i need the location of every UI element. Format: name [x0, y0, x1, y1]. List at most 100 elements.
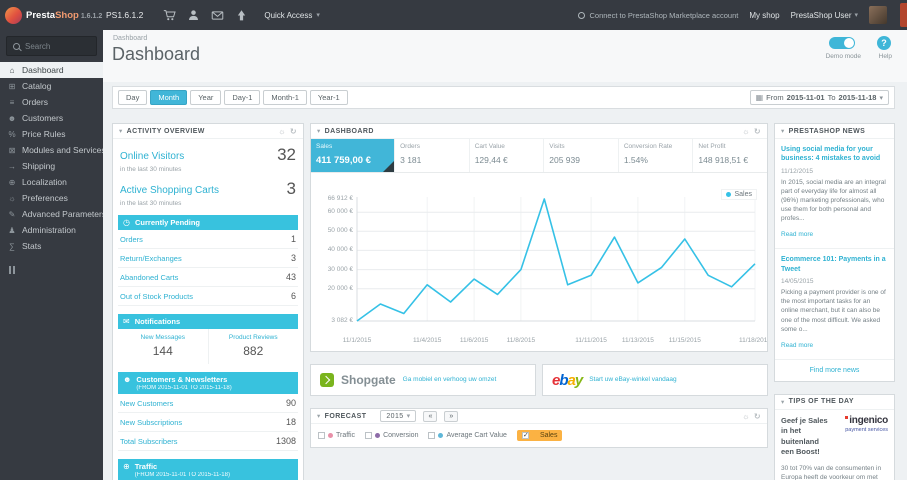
kpi-cart-value[interactable]: Cart Value 129,44 € — [470, 139, 545, 172]
orders-icon: ≡ — [9, 97, 15, 107]
legend-conversion[interactable]: Conversion — [365, 432, 418, 439]
sidebar-item-administration[interactable]: ♟ Administration — [0, 222, 103, 238]
ebay-letter: a — [567, 371, 576, 389]
news-article-title[interactable]: Using social media for your business: 4 … — [781, 145, 888, 164]
ebay-promo-link[interactable]: Start uw eBay-winkel vandaag — [589, 376, 676, 384]
range-year-button[interactable]: Year — [190, 90, 222, 105]
checkbox-icon[interactable] — [365, 432, 373, 439]
center-column: ▾ DASHBOARD ☼ ↻ Sales 411 759,00 € Orders… — [310, 123, 768, 448]
sidebar-item-customers[interactable]: ☻ Customers — [0, 110, 103, 126]
traffic-title: Traffic — [134, 462, 158, 471]
kpi-orders[interactable]: Orders 3 181 — [395, 139, 470, 172]
ingenico-logo-subtext: payment services — [845, 426, 888, 433]
message-icon[interactable] — [211, 9, 224, 22]
quick-access-menu[interactable]: Quick Access ▾ — [264, 11, 320, 20]
page-header: Dashboard Dashboard Demo mode ? Help — [103, 30, 907, 82]
refresh-icon[interactable]: ↻ — [754, 127, 761, 136]
refresh-icon[interactable]: ↻ — [754, 412, 761, 421]
marketplace-connect-link[interactable]: Connect to PrestaShop Marketplace accoun… — [578, 11, 738, 20]
range-day-button[interactable]: Day — [118, 90, 148, 105]
gear-icon[interactable]: ☼ — [278, 127, 286, 136]
orders-link[interactable]: Orders — [120, 235, 143, 244]
my-shop-label: My shop — [749, 10, 780, 20]
search-input[interactable] — [25, 41, 91, 51]
sidebar-item-localization[interactable]: ⊕ Localization — [0, 174, 103, 190]
pending-row: Out of Stock Products 6 — [118, 287, 298, 306]
calendar-icon: ▦ — [755, 93, 764, 102]
range-month-button[interactable]: Month — [150, 90, 188, 105]
new-messages-cell[interactable]: New Messages 144 — [118, 329, 208, 364]
sidebar-collapse-button[interactable] — [9, 266, 103, 274]
new-subscriptions-link[interactable]: New Subscriptions — [120, 418, 182, 427]
notifications-header: ✉ Notifications — [118, 314, 298, 329]
chevron-down-icon: ▾ — [316, 12, 320, 19]
gear-icon[interactable]: ☼ — [742, 412, 750, 421]
news-article-title[interactable]: Ecommerce 101: Payments in a Tweet — [781, 255, 888, 274]
my-shop-link[interactable]: My shop — [749, 11, 779, 20]
returns-link[interactable]: Return/Exchanges — [120, 254, 182, 263]
total-subscribers-link[interactable]: Total Subscribers — [120, 437, 178, 446]
checkbox-icon[interactable] — [428, 432, 436, 439]
avatar[interactable] — [869, 6, 887, 24]
brand-presta: Presta — [26, 9, 56, 21]
customers-row: New Subscriptions 18 — [118, 413, 298, 432]
kpi-value: 148 918,51 € — [698, 155, 749, 165]
kpi-label: Net Profit — [698, 143, 726, 150]
help-button[interactable]: ? — [877, 36, 891, 50]
range-day-1-button[interactable]: Day-1 — [224, 90, 261, 105]
sidebar-item-price-rules[interactable]: % Price Rules — [0, 126, 103, 142]
sidebar-item-advanced-parameters[interactable]: ✎ Advanced Parameters — [0, 206, 107, 222]
kpi-sales[interactable]: Sales 411 759,00 € — [311, 139, 396, 172]
y-tick-label: 40 000 € — [327, 246, 353, 254]
active-carts-link[interactable]: Active Shopping Carts — [120, 185, 219, 196]
refresh-icon[interactable]: ↻ — [290, 127, 297, 136]
ingenico-dot-icon — [845, 415, 849, 419]
shopgate-promo-link[interactable]: Ga mobiel en verhoog uw omzet — [403, 376, 497, 384]
sidebar-item-preferences[interactable]: ☼ Preferences — [0, 190, 103, 206]
sidebar-item-stats[interactable]: ∑ Stats — [0, 238, 103, 254]
sidebar-item-orders[interactable]: ≡ Orders — [0, 94, 103, 110]
legend-sales[interactable]: Sales — [516, 430, 563, 441]
gear-icon[interactable]: ☼ — [742, 127, 750, 136]
user-menu[interactable]: PrestaShop User ▾ — [791, 11, 858, 20]
forecast-panel: ▾ FORECAST 2015 ▾ « » ☼ ↻ Traffic Conver… — [310, 408, 768, 448]
tips-panel-header: ▾ TIPS OF THE DAY — [775, 395, 894, 410]
checkbox-icon[interactable] — [521, 431, 529, 439]
rocket-icon[interactable] — [235, 9, 248, 22]
read-more-link[interactable]: Read more — [781, 342, 813, 349]
product-reviews-cell[interactable]: Product Reviews 882 — [207, 329, 299, 364]
new-customers-link[interactable]: New Customers — [120, 399, 173, 408]
sidebar-item-dashboard[interactable]: ⌂ Dashboard — [0, 62, 103, 78]
sidebar-search — [6, 36, 97, 56]
sidebar-item-catalog[interactable]: ⊞ Catalog — [0, 78, 103, 94]
legend-average-cart-value[interactable]: Average Cart Value — [428, 432, 507, 439]
date-range-picker[interactable]: ▦ From 2015-11-01 To 2015-11-18 ▾ — [749, 90, 889, 105]
sidebar-item-label: Advanced Parameters — [22, 209, 107, 219]
legend-traffic[interactable]: Traffic — [318, 432, 355, 439]
demo-mode-toggle[interactable] — [829, 37, 855, 49]
shipping-icon: → — [8, 161, 16, 171]
prestashop-brand[interactable]: PrestaShop 1.6.1.2 — [0, 6, 102, 24]
kpi-net-profit[interactable]: Net Profit 148 918,51 € — [693, 139, 767, 172]
cart-icon[interactable] — [163, 9, 177, 22]
chevron-down-icon: ▾ — [879, 94, 883, 102]
find-more-news-link[interactable]: Find more news — [775, 360, 894, 381]
forecast-prev-button[interactable]: « — [423, 410, 438, 422]
active-carts-row: Active Shopping Carts in the last 30 min… — [113, 173, 303, 207]
sidebar-item-modules[interactable]: ⊠ Modules and Services — [0, 142, 106, 158]
kpi-conversion-rate[interactable]: Conversion Rate 1.54% — [619, 139, 694, 172]
panel-caret-icon: ▾ — [119, 128, 123, 135]
forecast-next-button[interactable]: » — [444, 410, 459, 422]
online-visitors-link[interactable]: Online Visitors — [120, 151, 184, 162]
kpi-visits[interactable]: Visits 205 939 — [544, 139, 619, 172]
customer-icon[interactable] — [187, 9, 200, 22]
year-select[interactable]: 2015 ▾ — [380, 410, 417, 422]
out-of-stock-link[interactable]: Out of Stock Products — [120, 292, 193, 301]
range-month-1-button[interactable]: Month-1 — [263, 90, 307, 105]
checkbox-icon[interactable] — [318, 432, 325, 439]
abandoned-carts-link[interactable]: Abandoned Carts — [120, 273, 178, 282]
range-year-1-button[interactable]: Year-1 — [309, 90, 348, 105]
sidebar-item-shipping[interactable]: → Shipping — [0, 158, 103, 174]
tips-text: 30 tot 70% van de consumenten in Europa … — [781, 464, 882, 480]
read-more-link[interactable]: Read more — [781, 231, 813, 238]
